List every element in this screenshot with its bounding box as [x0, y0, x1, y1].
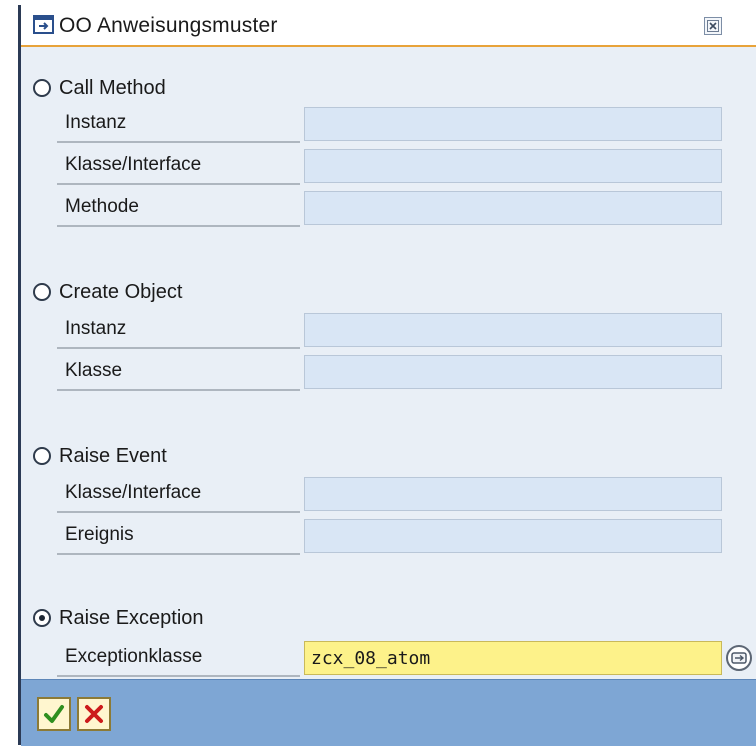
dialog-window: OO Anweisungsmuster Call Method Instanz …: [18, 5, 756, 746]
radio-button[interactable]: [33, 79, 51, 97]
field-row-ereignis: Ereignis: [57, 517, 722, 555]
value-help-icon: [731, 652, 747, 664]
dialog-title: OO Anweisungsmuster: [59, 14, 278, 37]
field-label: Klasse/Interface: [57, 147, 300, 185]
radio-label: Raise Exception: [59, 607, 204, 629]
field-row-instanz: Instanz: [57, 105, 722, 143]
field-row-exceptionklasse: Exceptionklasse: [57, 639, 752, 677]
value-help-button[interactable]: [726, 645, 752, 671]
dialog-window-icon: [33, 14, 55, 36]
radio-call-method[interactable]: Call Method: [33, 73, 166, 103]
radio-create-object[interactable]: Create Object: [33, 277, 182, 307]
field-row-methode: Methode: [57, 189, 722, 227]
dialog-content: Call Method Instanz Klasse/Interface Met…: [21, 47, 756, 679]
field-label: Ereignis: [57, 517, 300, 555]
radio-raise-event[interactable]: Raise Event: [33, 441, 167, 471]
close-button[interactable]: [704, 17, 722, 35]
radio-label: Create Object: [59, 281, 183, 303]
field-row-klasse-interface: Klasse/Interface: [57, 147, 722, 185]
dialog-titlebar: OO Anweisungsmuster: [21, 5, 756, 47]
field-row-klasse-interface: Klasse/Interface: [57, 475, 722, 513]
klasse-input[interactable]: [304, 355, 722, 389]
radio-button[interactable]: [33, 447, 51, 465]
field-label: Instanz: [57, 105, 300, 143]
field-label: Klasse/Interface: [57, 475, 300, 513]
field-label: Exceptionklasse: [57, 639, 300, 677]
confirm-button[interactable]: [37, 697, 71, 731]
radio-label: Call Method: [59, 77, 166, 99]
klasse-interface-input[interactable]: [304, 149, 722, 183]
methode-input[interactable]: [304, 191, 722, 225]
radio-label: Raise Event: [59, 445, 167, 467]
cancel-x-icon: [85, 705, 103, 723]
cancel-button[interactable]: [77, 697, 111, 731]
close-icon: [707, 20, 719, 32]
checkmark-icon: [44, 705, 64, 723]
field-row-instanz: Instanz: [57, 311, 722, 349]
instanz-input[interactable]: [304, 313, 722, 347]
klasse-interface-input[interactable]: [304, 477, 722, 511]
field-label: Methode: [57, 189, 300, 227]
radio-button[interactable]: [33, 609, 51, 627]
exceptionklasse-input[interactable]: [304, 641, 722, 675]
radio-button[interactable]: [33, 283, 51, 301]
radio-raise-exception[interactable]: Raise Exception: [33, 603, 204, 633]
field-row-klasse: Klasse: [57, 353, 722, 391]
ereignis-input[interactable]: [304, 519, 722, 553]
field-label: Instanz: [57, 311, 300, 349]
field-label: Klasse: [57, 353, 300, 391]
instanz-input[interactable]: [304, 107, 722, 141]
dialog-footer: [21, 679, 756, 746]
